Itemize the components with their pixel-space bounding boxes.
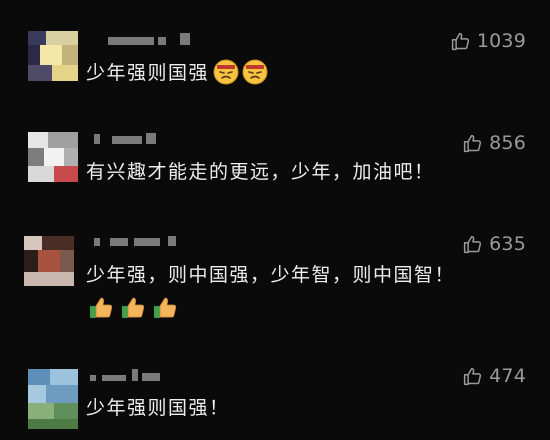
thumbs-up-outline-icon — [462, 234, 489, 255]
thumbs-up-outline-icon — [462, 133, 489, 154]
thumbs-up-emoji — [152, 295, 178, 321]
comment-text-content: 少年强则国强！ — [86, 397, 230, 419]
thumbs-up-emoji — [120, 295, 146, 321]
thumbs-up-outline-icon — [462, 366, 489, 387]
thumbs-up-outline-icon — [450, 31, 477, 52]
avatar[interactable] — [28, 132, 78, 182]
like-button[interactable]: 474 — [462, 363, 526, 389]
like-count: 635 — [489, 233, 526, 255]
comment-text-content: 少年强，则中国强，少年智，则中国智！ — [86, 264, 456, 286]
comment-text: 有兴趣才能走的更远，少年，加油吧！ — [86, 159, 435, 185]
comment-text-content: 少年强则国强 — [86, 62, 210, 84]
like-count: 856 — [489, 132, 526, 154]
like-button[interactable]: 856 — [462, 130, 526, 156]
username-masked[interactable] — [88, 130, 198, 150]
like-count: 474 — [489, 365, 526, 387]
comments-list: 1039 少年强则国强 856 有兴趣才能走的更远，少年，加油吧！ 635 少年… — [0, 0, 550, 440]
comment-text-content: 有兴趣才能走的更远，少年，加油吧！ — [86, 161, 435, 183]
avatar[interactable] — [28, 31, 78, 81]
comment-text: 少年强则国强！ — [86, 395, 230, 421]
emoji-row — [88, 295, 178, 321]
username-masked[interactable] — [88, 232, 198, 252]
username-masked[interactable] — [88, 367, 198, 387]
like-button[interactable]: 1039 — [450, 28, 526, 54]
thumbs-up-emoji — [88, 295, 114, 321]
username-masked[interactable] — [88, 31, 198, 51]
comment-text: 少年强，则中国强，少年智，则中国智！ — [86, 262, 455, 288]
like-button[interactable]: 635 — [462, 231, 526, 257]
cursing-face-emoji — [242, 59, 268, 85]
cursing-face-emoji — [213, 59, 239, 85]
avatar[interactable] — [28, 369, 78, 429]
avatar[interactable] — [24, 236, 74, 286]
comment-text: 少年强则国强 — [86, 59, 268, 86]
like-count: 1039 — [476, 30, 526, 52]
